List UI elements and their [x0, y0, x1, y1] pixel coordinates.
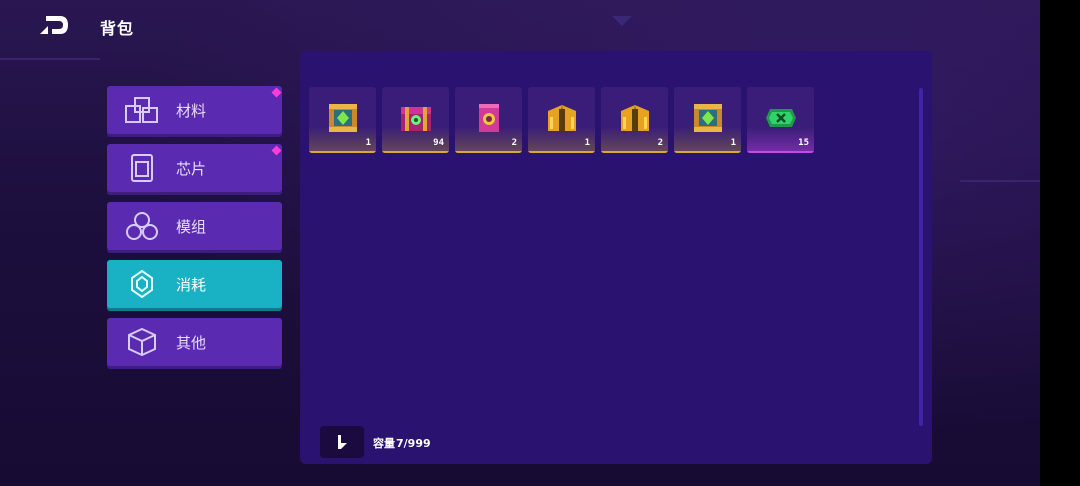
- item-slot[interactable]: 2: [455, 87, 522, 153]
- purple-chest-icon: [401, 107, 431, 131]
- item-slot[interactable]: 1: [309, 87, 376, 153]
- sort-button[interactable]: [320, 426, 364, 458]
- module-icon: [126, 212, 158, 240]
- cube-icon: [128, 328, 156, 356]
- capacity-text: 容量7/999: [373, 435, 431, 451]
- item-count: 94: [433, 138, 444, 148]
- item-grid: 1 94 2 1 2 1 15: [309, 87, 829, 153]
- screen-edge: [1040, 0, 1080, 486]
- tab-label: 其他: [176, 334, 207, 352]
- item-count: 1: [730, 138, 736, 148]
- tab-label: 模组: [176, 218, 207, 236]
- green-gem-crate-icon: [329, 104, 357, 132]
- rarity-bar: [601, 151, 668, 153]
- item-slot[interactable]: 1: [528, 87, 595, 153]
- scrollbar[interactable]: [919, 88, 923, 426]
- green-ticket-icon: [766, 109, 796, 127]
- green-gem-crate-icon: [694, 104, 722, 132]
- chip-icon: [131, 154, 153, 182]
- rarity-bar: [528, 151, 595, 153]
- page-title: 背包: [100, 19, 135, 38]
- tab-chips[interactable]: 芯片: [107, 144, 282, 192]
- capacity-label: 容量: [373, 437, 395, 450]
- rarity-bar: [747, 151, 814, 153]
- golden-wings-icon: [548, 105, 576, 131]
- decor-line: [960, 180, 1040, 182]
- materials-icon: [125, 97, 158, 123]
- item-count: 2: [657, 138, 663, 148]
- item-slot[interactable]: 94: [382, 87, 449, 153]
- back-arrow-icon: [40, 16, 68, 34]
- item-count: 1: [584, 138, 590, 148]
- decor-line: [0, 58, 100, 60]
- tab-label: 材料: [176, 102, 207, 120]
- rarity-bar: [455, 151, 522, 153]
- item-count: 2: [511, 138, 517, 148]
- consumable-icon: [131, 270, 153, 298]
- golden-wings-icon: [621, 105, 649, 131]
- purple-potion-jar-icon: [479, 104, 499, 132]
- rarity-bar: [382, 151, 449, 153]
- new-badge: [271, 145, 282, 156]
- item-count: 1: [365, 138, 371, 148]
- tab-modules[interactable]: 模组: [107, 202, 282, 250]
- tab-label: 消耗: [176, 276, 207, 294]
- new-badge: [271, 87, 282, 98]
- tab-materials[interactable]: 材料: [107, 86, 282, 134]
- item-slot[interactable]: 1: [674, 87, 741, 153]
- item-slot[interactable]: 2: [601, 87, 668, 153]
- header: 背包: [0, 0, 1040, 50]
- capacity-value: 7/999: [396, 437, 431, 450]
- tab-consumables[interactable]: 消耗: [107, 260, 282, 308]
- tab-other[interactable]: 其他: [107, 318, 282, 366]
- decor-triangle: [612, 16, 632, 26]
- tab-label: 芯片: [176, 160, 207, 178]
- item-slot[interactable]: 15: [747, 87, 814, 153]
- item-count: 15: [798, 138, 809, 148]
- sort-icon: [338, 435, 347, 449]
- rarity-bar: [309, 151, 376, 153]
- rarity-bar: [674, 151, 741, 153]
- back-button[interactable]: [38, 14, 70, 36]
